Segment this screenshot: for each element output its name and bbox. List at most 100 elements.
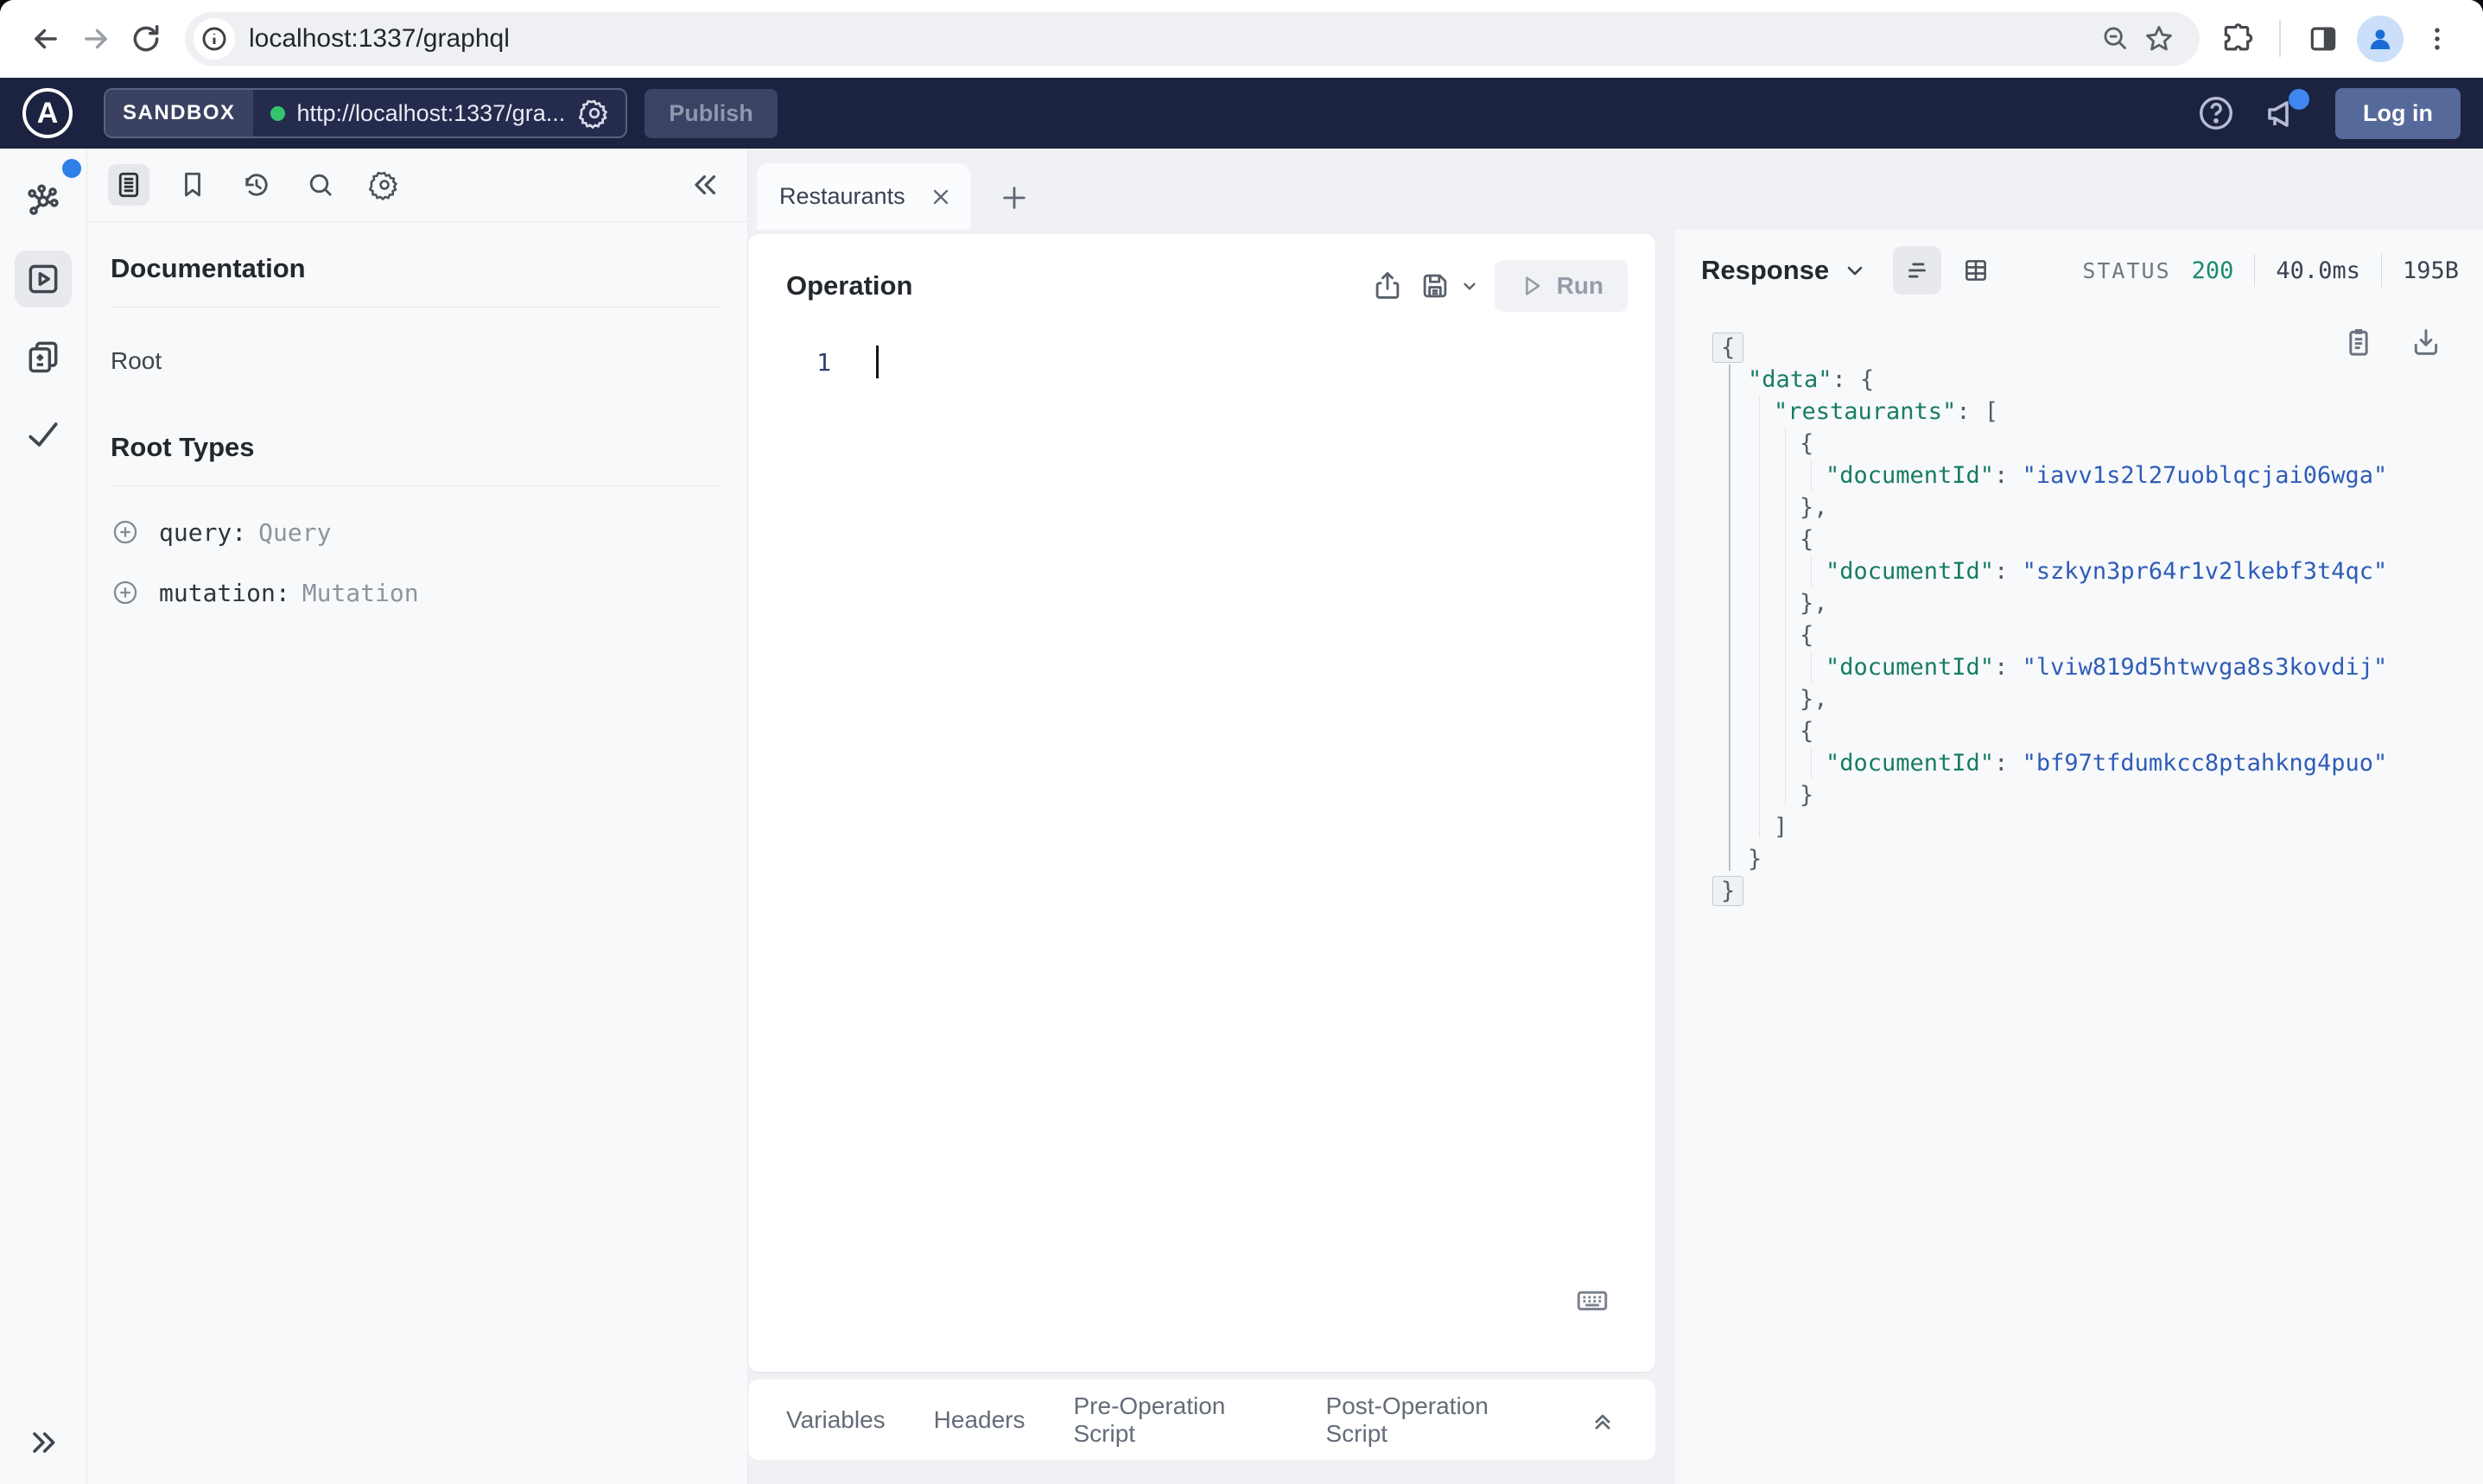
- apollo-logo-letter: A: [36, 96, 59, 130]
- endpoint-url[interactable]: http://localhost:1337/gra...: [297, 100, 566, 127]
- keyboard-shortcuts-icon[interactable]: [1574, 1282, 1610, 1318]
- sandbox-badge: SANDBOX: [105, 90, 253, 136]
- indent-guide: [1811, 747, 1812, 779]
- response-panel: Response STATUS 200 40.0ms 195B {"data"…: [1675, 230, 2483, 1484]
- schema-notification-dot: [62, 159, 81, 178]
- share-operation-icon[interactable]: [1365, 263, 1410, 308]
- url-text[interactable]: localhost:1337/graphql: [249, 24, 2094, 54]
- response-header: Response STATUS 200 40.0ms 195B: [1675, 230, 2483, 311]
- indent-guide: [1811, 460, 1812, 491]
- indent-guide: [1811, 555, 1812, 587]
- operation-header: Operation Run: [748, 234, 1655, 312]
- indent-guide: [1759, 396, 1760, 838]
- browser-menu-icon[interactable]: [2412, 14, 2462, 64]
- reload-icon[interactable]: [121, 14, 171, 64]
- search-tab-icon[interactable]: [300, 164, 341, 206]
- response-size: 195B: [2402, 257, 2459, 284]
- browser-toolbar: localhost:1337/graphql: [0, 0, 2483, 78]
- operation-column: Operation Run 1 Variables Headers Pre-Op…: [748, 234, 1655, 1484]
- toolbar-divider: [2279, 21, 2281, 57]
- operation-card: Operation Run 1: [748, 234, 1655, 1372]
- save-icon: [1423, 274, 1446, 298]
- run-button[interactable]: Run: [1494, 260, 1628, 312]
- query-field-type[interactable]: Query: [258, 518, 331, 547]
- indent-guide: [1811, 651, 1812, 683]
- tab-post-operation-script[interactable]: Post-Operation Script: [1326, 1392, 1540, 1448]
- back-icon[interactable]: [21, 14, 71, 64]
- add-mutation-icon[interactable]: [111, 578, 140, 607]
- raw-view-icon[interactable]: [1893, 246, 1942, 295]
- add-query-icon[interactable]: [111, 517, 140, 547]
- login-button[interactable]: Log in: [2335, 87, 2461, 139]
- connection-settings-icon[interactable]: [565, 98, 626, 129]
- docs-root-link[interactable]: Root: [111, 347, 721, 375]
- settings-tab-icon[interactable]: [364, 164, 405, 206]
- tab-restaurants[interactable]: Restaurants: [757, 163, 970, 230]
- connection-status-dot: [270, 105, 285, 121]
- table-view-icon[interactable]: [1952, 246, 2000, 295]
- app-body: Documentation Root Root Types query: Que…: [0, 149, 2483, 1484]
- operation-title: Operation: [786, 270, 913, 301]
- tab-pre-operation-script[interactable]: Pre-Operation Script: [1074, 1392, 1278, 1448]
- site-info-icon[interactable]: [194, 18, 235, 60]
- expand-rail-icon[interactable]: [26, 1425, 60, 1460]
- bookmarks-tab-icon[interactable]: [172, 164, 213, 206]
- root-type-query-row[interactable]: query: Query: [111, 517, 721, 547]
- response-view-toggle: [1893, 246, 2000, 295]
- main-area: Restaurants Operation Run 1 Variables He…: [748, 149, 2483, 1484]
- zoom-out-icon[interactable]: [2094, 17, 2137, 60]
- apollo-header: A SANDBOX http://localhost:1337/gra... P…: [0, 78, 2483, 149]
- help-icon[interactable]: [2194, 91, 2239, 136]
- tab-label[interactable]: Restaurants: [779, 183, 924, 210]
- side-panel-icon[interactable]: [2298, 14, 2348, 64]
- endpoint-group: SANDBOX http://localhost:1337/gra...: [104, 88, 628, 138]
- operation-footer-tabs: Variables Headers Pre-Operation Script P…: [748, 1379, 1655, 1460]
- docs-title: Documentation: [111, 253, 306, 283]
- rail-schema-icon[interactable]: [15, 173, 72, 230]
- apollo-logo[interactable]: A: [22, 88, 73, 138]
- response-dropdown-chevron-icon[interactable]: [1843, 258, 1867, 282]
- query-field-name[interactable]: query:: [159, 518, 246, 547]
- rail-explorer-icon[interactable]: [15, 251, 72, 308]
- docs-tab-icon[interactable]: [108, 164, 149, 206]
- forward-icon[interactable]: [71, 14, 121, 64]
- close-tab-icon[interactable]: [924, 180, 958, 214]
- divider: [111, 485, 721, 486]
- fold-guide: [1729, 365, 1730, 871]
- publish-button[interactable]: Publish: [645, 88, 778, 138]
- tab-headers[interactable]: Headers: [934, 1406, 1026, 1434]
- docs-body: Documentation Root Root Types query: Que…: [87, 222, 747, 607]
- run-label: Run: [1556, 272, 1603, 299]
- rail-changelog-icon[interactable]: [15, 328, 72, 385]
- status-code: 200: [2191, 257, 2234, 284]
- extensions-icon[interactable]: [2212, 14, 2262, 64]
- response-metrics: STATUS 200 40.0ms 195B: [2082, 254, 2459, 287]
- status-label: STATUS: [2082, 257, 2171, 283]
- editor-cursor: [876, 346, 879, 378]
- panels: Operation Run 1 Variables Headers Pre-Op…: [748, 230, 2483, 1484]
- address-bar[interactable]: localhost:1337/graphql: [185, 12, 2200, 66]
- response-json[interactable]: {"data": {"restaurants": [{"documentId":…: [1675, 311, 2483, 907]
- bookmark-star-icon[interactable]: [2137, 17, 2181, 60]
- new-tab-icon[interactable]: [1000, 183, 1029, 212]
- announcement-notification-dot: [2289, 89, 2310, 110]
- run-play-icon: [1525, 276, 1540, 295]
- announcements-icon[interactable]: [2261, 89, 2310, 136]
- left-rail: [0, 149, 87, 1484]
- operation-tabstrip: Restaurants: [748, 149, 2483, 230]
- history-tab-icon[interactable]: [236, 164, 277, 206]
- response-duration: 40.0ms: [2276, 257, 2360, 284]
- divider: [111, 307, 721, 308]
- root-types-title: Root Types: [111, 432, 255, 462]
- operation-editor[interactable]: 1: [748, 312, 1655, 1372]
- collapse-docs-icon[interactable]: [685, 164, 727, 206]
- root-type-mutation-row[interactable]: mutation: Mutation: [111, 578, 721, 607]
- mutation-field-type[interactable]: Mutation: [302, 579, 419, 607]
- response-title: Response: [1701, 255, 1830, 285]
- profile-avatar[interactable]: [2357, 16, 2404, 62]
- rail-checks-icon[interactable]: [15, 406, 72, 463]
- tab-variables[interactable]: Variables: [786, 1406, 886, 1434]
- collapse-footer-icon[interactable]: [1588, 1405, 1617, 1435]
- save-operation-group[interactable]: [1419, 270, 1481, 302]
- mutation-field-name[interactable]: mutation:: [159, 579, 290, 607]
